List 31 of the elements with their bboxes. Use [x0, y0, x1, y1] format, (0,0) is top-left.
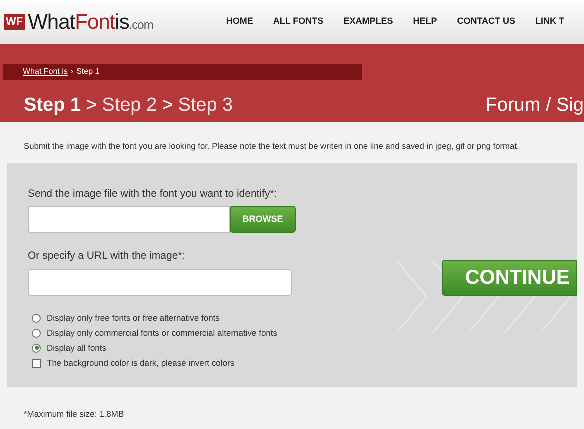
nav-link[interactable]: ALL FONTS	[273, 15, 324, 29]
breadcrumb-link[interactable]: What Font is	[23, 66, 68, 78]
footnote: *Maximum file size: 1.8MB	[23, 408, 126, 420]
nav-link[interactable]: CONTACT US	[457, 15, 516, 29]
nav-link[interactable]: EXAMPLES	[344, 15, 394, 29]
step-label: Step 3	[178, 94, 234, 118]
file-label: Send the image file with the font you want to identify*:	[28, 186, 278, 202]
option-label: The background color is dark, please invert colors	[47, 356, 235, 370]
url-input[interactable]	[28, 269, 292, 296]
radio-button[interactable]	[32, 314, 41, 323]
step-label: Step 1	[24, 94, 82, 118]
nav-link[interactable]: HELP	[413, 15, 438, 29]
checkbox[interactable]	[32, 358, 41, 368]
nav-link[interactable]: HOME	[226, 15, 254, 29]
option-label: Display all fonts	[47, 342, 107, 354]
url-label: Or specify a URL with the image*:	[28, 249, 186, 264]
step-separator: >	[162, 94, 174, 118]
intro-text: Submit the image with the font you are looking for. Please note the text must be writen in one line and saved in jpeg, gif or png format.	[23, 140, 520, 153]
option-label: Display only commercial fonts or commercial alternative fonts	[47, 326, 278, 340]
logo-badge: WF	[4, 14, 26, 30]
step-label: Step 2	[102, 94, 158, 118]
radio-button[interactable]	[32, 344, 41, 353]
breadcrumb-separator: ›	[70, 66, 74, 78]
nav-link[interactable]: LINK T	[536, 15, 565, 29]
option-label: Display only free fonts or free alternative fonts	[47, 312, 220, 324]
forum-link[interactable]: Forum / Sig	[486, 92, 584, 120]
logo-text: WhatFontis.com	[28, 12, 154, 32]
radio-button[interactable]	[32, 328, 41, 338]
step-separator: >	[86, 94, 98, 118]
file-input[interactable]	[28, 206, 230, 234]
breadcrumb-current: Step 1	[76, 66, 100, 78]
